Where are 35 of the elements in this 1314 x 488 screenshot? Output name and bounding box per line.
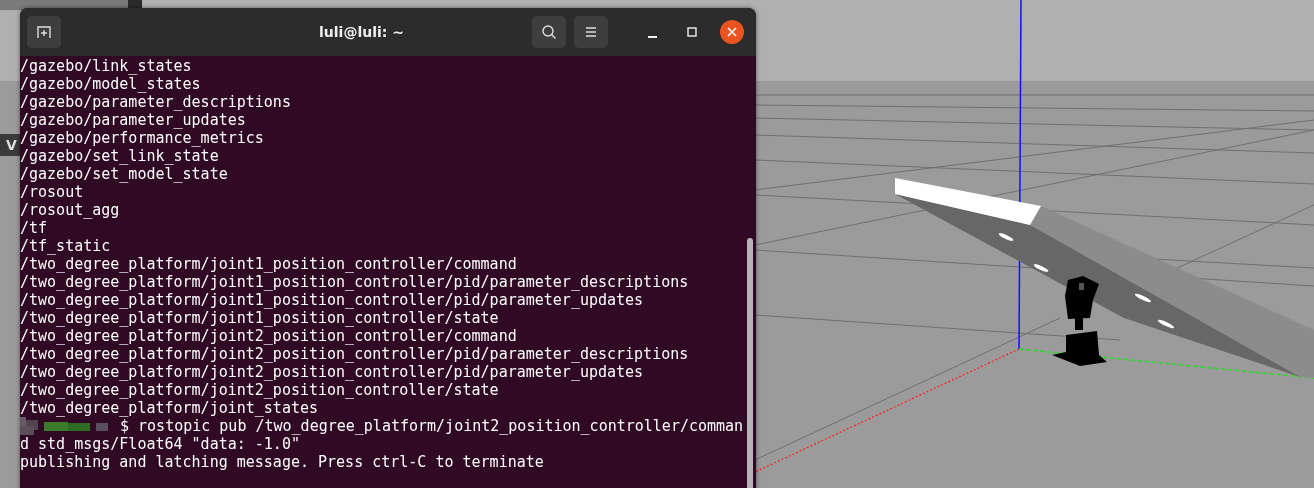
close-button[interactable]	[720, 20, 744, 44]
output-line: /gazebo/performance_metrics	[20, 129, 264, 147]
output-line: /two_degree_platform/joint1_position_controller/state	[20, 309, 499, 327]
window-label: V	[0, 134, 20, 156]
window-title: luli@luli: ~	[318, 24, 405, 40]
output-line: /two_degree_platform/joint2_position_controller/state	[20, 381, 499, 399]
output-line: /gazebo/parameter_descriptions	[20, 93, 291, 111]
output-line: d std_msgs/Float64 "data: -1.0"	[20, 435, 300, 453]
output-line: /two_degree_platform/joint1_position_controller/pid/parameter_descriptions	[20, 273, 689, 291]
new-tab-button[interactable]	[27, 16, 61, 48]
output-line: /two_degree_platform/joint1_position_controller/pid/parameter_updates	[20, 291, 644, 309]
close-icon	[727, 27, 737, 37]
output-line: /gazebo/model_states	[20, 75, 201, 93]
search-icon	[541, 24, 557, 40]
maximize-icon	[686, 26, 698, 38]
menu-icon	[584, 26, 598, 38]
command-line: $ rostopic pub /two_degree_platform/joint2_position_controller/comman	[120, 417, 744, 435]
output-line: publishing and latching message. Press ctrl-C to terminate	[20, 453, 544, 471]
output-line: /two_degree_platform/joint2_position_controller/pid/parameter_updates	[20, 363, 644, 381]
minimize-icon	[647, 36, 657, 38]
output-line: /tf	[20, 219, 48, 237]
output-line: /gazebo/parameter_updates	[20, 111, 246, 129]
search-button[interactable]	[532, 16, 566, 48]
output-line: /rosout	[20, 183, 84, 201]
output-line: /two_degree_platform/joint2_position_controller/command	[20, 327, 517, 345]
output-line: /gazebo/set_model_state	[20, 165, 228, 183]
menu-button[interactable]	[574, 16, 608, 48]
output-line: /two_degree_platform/joint2_position_controller/pid/parameter_descriptions	[20, 345, 689, 363]
add-tab-icon	[36, 24, 52, 40]
output-line: /two_degree_platform/joint_states	[20, 399, 318, 417]
output-line: /gazebo/link_states	[20, 57, 192, 75]
output-line: /tf_static	[20, 237, 111, 255]
output-line: /two_degree_platform/joint1_position_controller/command	[20, 255, 517, 273]
output-line: /rosout_agg	[20, 201, 120, 219]
output-line: /gazebo/set_link_state	[20, 147, 219, 165]
